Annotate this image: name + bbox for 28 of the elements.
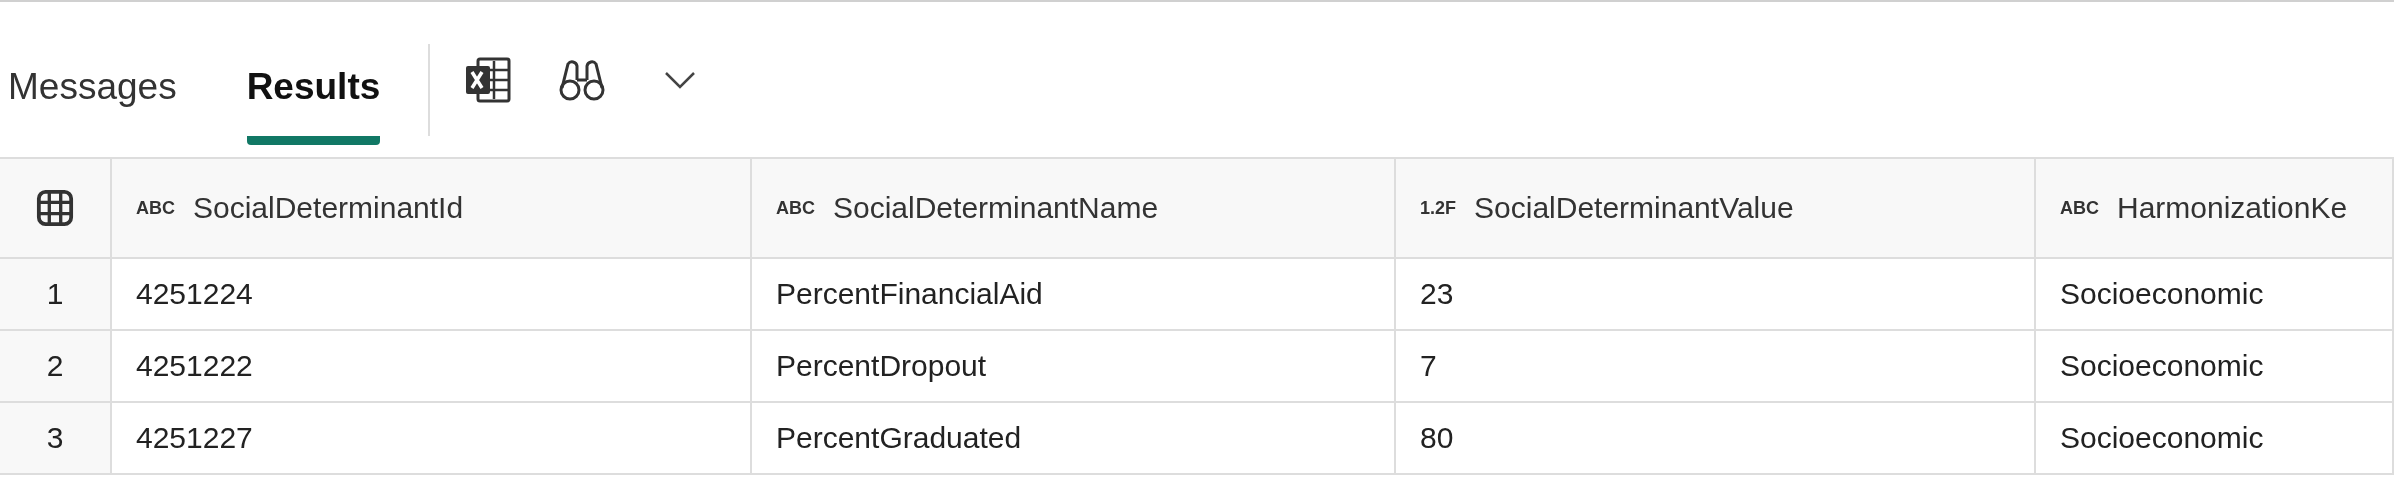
row-number: 2 [46, 349, 64, 383]
row-number: 1 [46, 277, 64, 311]
type-label: ABC [2060, 197, 2099, 219]
table-icon[interactable] [36, 189, 74, 227]
row-number: 3 [46, 421, 64, 455]
column-header[interactable]: SocialDeterminantId [193, 191, 464, 225]
table-cell: 23 [1420, 277, 1454, 311]
table-cell: Socioeconomic [2060, 421, 2264, 455]
column-header[interactable]: SocialDeterminantName [833, 191, 1159, 225]
tab[interactable]: Messages [8, 36, 177, 145]
column-header[interactable]: HarmonizationKe [2117, 191, 2348, 225]
table-cell: Socioeconomic [2060, 277, 2264, 311]
table-cell: 4251224 [136, 277, 253, 311]
table-cell: 4251227 [136, 421, 253, 455]
chevron-down-icon[interactable] [664, 69, 697, 90]
type-label: 1.2F [1420, 197, 1457, 219]
table-cell: PercentGraduated [776, 421, 1022, 455]
table-cell: PercentFinancialAid [776, 277, 1043, 311]
excel-icon[interactable] [464, 55, 513, 104]
table-cell: PercentDropout [776, 349, 987, 383]
type-label: ABC [776, 197, 815, 219]
table-cell: Socioeconomic [2060, 349, 2264, 383]
column-header[interactable]: SocialDeterminantValue [1474, 191, 1794, 225]
table-cell: 7 [1420, 349, 1437, 383]
table-cell: 4251222 [136, 349, 253, 383]
type-label: ABC [136, 197, 175, 219]
tab[interactable]: Results [246, 36, 381, 145]
table-cell: 80 [1420, 421, 1454, 455]
